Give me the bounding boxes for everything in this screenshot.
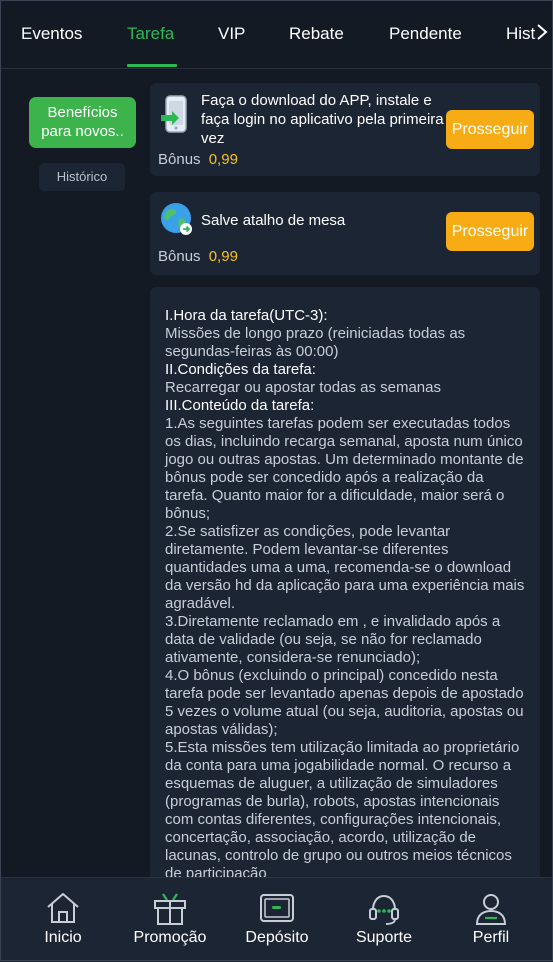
bonus-label: Bônus xyxy=(158,248,201,265)
tab-eventos[interactable]: Eventos xyxy=(21,24,82,44)
tab-rebate[interactable]: Rebate xyxy=(289,24,344,44)
history-button[interactable]: Histórico xyxy=(39,163,125,191)
rules-paragraph: Missões de longo prazo (reiniciadas toda… xyxy=(165,325,466,360)
bonus-value: 0,99 xyxy=(208,248,238,265)
task-card-download-app: Faça o download do APP, instale e faça l… xyxy=(150,83,540,176)
benefits-line2: para novos.. xyxy=(41,123,124,140)
nav-deposito[interactable]: Depósito xyxy=(222,878,332,962)
nav-label: Depósito xyxy=(245,929,309,946)
bottom-nav: Inicio Promoção Depósito Suporte Perfil xyxy=(0,877,553,962)
rules-paragraph: 2.Se satisfizer as condições, pode levan… xyxy=(165,523,525,612)
benefits-line1: Benefícios xyxy=(47,104,118,121)
bonus-value: 0,99 xyxy=(208,151,238,168)
active-tab-indicator xyxy=(127,64,177,67)
nav-label: Inicio xyxy=(44,929,82,946)
home-icon xyxy=(47,893,79,923)
rules-heading-content: III.Conteúdo da tarefa: xyxy=(165,397,315,414)
nav-label: Promoção xyxy=(133,929,207,946)
tab-pendente[interactable]: Pendente xyxy=(389,24,462,44)
tab-tarefa[interactable]: Tarefa xyxy=(127,24,174,44)
bonus-label: Bônus xyxy=(158,151,201,168)
rules-paragraph: 1.As seguintes tarefas podem ser executa… xyxy=(165,415,524,522)
rules-paragraph: 4.O bônus (excluindo o principal) conced… xyxy=(165,667,524,738)
nav-suporte[interactable]: Suporte xyxy=(329,878,439,962)
headset-icon xyxy=(369,894,399,925)
nav-label: Suporte xyxy=(355,929,413,946)
proceed-button[interactable]: Prosseguir xyxy=(446,110,534,149)
globe-shortcut-icon xyxy=(161,203,192,235)
task-rules-panel: I.Hora da tarefa(UTC-3): Missões de long… xyxy=(150,287,540,887)
nav-perfil[interactable]: Perfil xyxy=(436,878,546,962)
task-title: Faça o download do APP, instale e faça l… xyxy=(201,92,444,147)
task-bonus: Bônus 0,99 xyxy=(158,151,238,168)
wallet-icon xyxy=(260,894,294,922)
tab-bar: Eventos Tarefa VIP Rebate Pendente Hist xyxy=(0,0,553,69)
task-title: Salve atalho de mesa xyxy=(201,212,346,229)
tab-historico[interactable]: Hist xyxy=(506,24,535,44)
rules-paragraph: Recarregar ou apostar todas as semanas xyxy=(165,379,441,396)
nav-promocao[interactable]: Promoção xyxy=(115,878,225,962)
rules-paragraph: 3.Diretamente reclamado em , e invalidad… xyxy=(165,613,501,666)
tab-vip[interactable]: VIP xyxy=(218,24,245,44)
gift-icon xyxy=(154,893,186,925)
task-rules-text: I.Hora da tarefa(UTC-3): Missões de long… xyxy=(165,307,530,883)
benefits-new-users-button[interactable]: Benefícios para novos.. xyxy=(29,97,136,148)
nav-label: Perfil xyxy=(472,929,510,946)
rules-heading-conditions: II.Condições da tarefa: xyxy=(165,361,316,378)
task-card-shortcut: Salve atalho de mesa Bônus 0,99 Prossegu… xyxy=(150,192,540,275)
rules-paragraph: 5.Esta missões tem utilização limitada a… xyxy=(165,739,520,882)
chevron-right-icon[interactable] xyxy=(535,22,549,48)
download-app-icon xyxy=(161,95,187,133)
proceed-button[interactable]: Prosseguir xyxy=(446,212,534,251)
rules-heading-time: I.Hora da tarefa(UTC-3): xyxy=(165,307,328,324)
user-icon xyxy=(475,894,507,925)
task-bonus: Bônus 0,99 xyxy=(158,248,238,265)
nav-inicio[interactable]: Inicio xyxy=(8,878,118,962)
